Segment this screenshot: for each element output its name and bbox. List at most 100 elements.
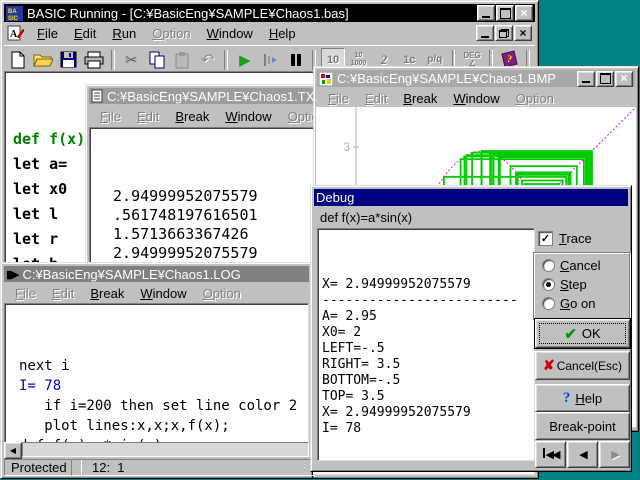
radio-label: Cancel xyxy=(560,258,600,273)
log-line: if i=200 then set line color 2 xyxy=(19,396,308,416)
log-text-area[interactable]: next iI= 78 if i=200 then set line color… xyxy=(4,303,309,445)
back-button[interactable]: ◀ xyxy=(567,441,598,468)
menu-item[interactable]: Run xyxy=(104,24,144,43)
menu-item[interactable]: Window xyxy=(217,107,279,126)
radio-option[interactable]: Cancel xyxy=(534,256,629,275)
menu-item[interactable]: File xyxy=(7,284,44,303)
undo-button[interactable]: ↶ xyxy=(196,48,219,71)
log-window: ▮▶ C:¥BasicEng¥SAMPLE¥Chaos1.LOG FileEdi… xyxy=(0,262,313,479)
help-label: Help xyxy=(575,391,602,406)
close-icon[interactable]: × xyxy=(615,71,633,87)
menu-item[interactable]: File xyxy=(29,24,66,43)
scissors-icon: ✂ xyxy=(125,51,138,69)
cut-button[interactable]: ✂ xyxy=(120,48,143,71)
main-titlebar[interactable]: BA SIC BASIC Running - [C:¥BasicEng¥SAMP… xyxy=(4,4,535,22)
menu-item[interactable]: File xyxy=(92,107,129,126)
mdi-close-icon[interactable]: × xyxy=(514,25,532,41)
menu-item[interactable]: Window xyxy=(132,284,194,303)
menu-item[interactable]: Edit xyxy=(44,284,82,303)
log-horizontal-scrollbar[interactable]: ◀ xyxy=(4,442,309,457)
minimize-icon[interactable] xyxy=(477,5,495,21)
undo-arrow-icon: ↶ xyxy=(201,50,214,70)
print-button[interactable] xyxy=(82,48,105,71)
menu-item[interactable]: Help xyxy=(261,24,304,43)
toolbar-separator xyxy=(224,50,228,70)
radio-icon[interactable] xyxy=(542,297,555,310)
svg-text:3: 3 xyxy=(343,140,350,154)
pause-button[interactable] xyxy=(284,48,307,71)
document-edit-icon[interactable]: A xyxy=(7,25,25,41)
open-button[interactable] xyxy=(31,48,54,71)
menu-item[interactable]: Break xyxy=(167,107,217,126)
printer-icon xyxy=(84,51,104,69)
radio-icon[interactable] xyxy=(542,278,555,291)
question-icon: ? xyxy=(563,390,571,407)
watch-line: A= 2.95 xyxy=(322,309,534,325)
step-mode-group: Cancel Step Go on xyxy=(533,252,630,320)
watch-line: BOTTOM=-.5 xyxy=(322,373,534,389)
back-arrow-icon: ◀ xyxy=(579,448,585,461)
watch-line: X= 2.94999952075579 xyxy=(322,405,534,421)
text-file-icon xyxy=(91,89,103,103)
run-play-icon: ▶ xyxy=(239,51,251,69)
trace-checkbox[interactable]: ✓ Trace xyxy=(538,231,592,246)
watch-line: TOP= 3.5 xyxy=(322,389,534,405)
log-titlebar[interactable]: ▮▶ C:¥BasicEng¥SAMPLE¥Chaos1.LOG xyxy=(4,266,309,282)
menu-item[interactable]: Edit xyxy=(357,89,395,108)
save-button[interactable] xyxy=(57,48,80,71)
radio-option[interactable]: Step xyxy=(534,275,629,294)
menu-item[interactable]: Option xyxy=(144,24,198,43)
bmp-titlebar[interactable]: C:¥BasicEng¥SAMPLE¥Chaos1.BMP × xyxy=(317,70,635,87)
debug-titlebar[interactable]: Debug xyxy=(314,189,628,206)
paste-button[interactable] xyxy=(170,48,193,71)
watch-listbox[interactable]: X= 2.94999952075579 ---------------------… xyxy=(317,228,535,461)
maximize-icon[interactable] xyxy=(496,5,514,21)
run-button[interactable]: ▶ xyxy=(233,48,256,71)
menu-item[interactable]: Edit xyxy=(66,24,104,43)
menu-item[interactable]: Window xyxy=(199,24,261,43)
open-folder-icon xyxy=(33,52,53,68)
debug-title: Debug xyxy=(316,190,626,205)
main-title: BASIC Running - [C:¥BasicEng¥SAMPLE¥Chao… xyxy=(27,6,473,21)
minimize-icon[interactable] xyxy=(577,71,595,87)
forward-button[interactable]: ▶ xyxy=(599,441,630,468)
rational-mode-icon: p/q xyxy=(427,56,442,64)
menu-item[interactable]: Break xyxy=(82,284,132,303)
mdi-restore-icon[interactable] xyxy=(495,25,513,41)
save-floppy-icon xyxy=(60,51,77,68)
scroll-left-icon[interactable]: ◀ xyxy=(4,442,22,459)
close-icon[interactable]: × xyxy=(515,5,533,21)
checkbox-check-icon[interactable]: ✓ xyxy=(538,231,553,246)
menu-item[interactable]: Break xyxy=(395,89,445,108)
cancel-button[interactable]: ✘ Cancel(Esc) xyxy=(535,351,630,380)
log-menubar: FileEditBreakWindowOption xyxy=(7,284,306,303)
help-button[interactable]: ? Help xyxy=(535,384,630,412)
step-icon xyxy=(262,53,278,67)
step-button[interactable] xyxy=(259,48,282,71)
scrollbar-track[interactable] xyxy=(22,442,309,457)
menu-item[interactable]: Option xyxy=(508,89,562,108)
radio-option[interactable]: Go on xyxy=(534,294,629,313)
new-button[interactable] xyxy=(6,48,29,71)
ok-button[interactable]: ✔ OK xyxy=(535,319,630,348)
bmp-menubar: FileEditBreakWindowOption xyxy=(320,89,632,108)
mdi-minimize-icon[interactable] xyxy=(476,25,494,41)
copy-button[interactable] xyxy=(145,48,168,71)
log-trace-icon: ▮▶ xyxy=(6,268,19,281)
breakpoint-button[interactable]: Break-point xyxy=(535,412,630,440)
rewind-button[interactable]: ◀◀ xyxy=(535,441,566,468)
menu-item[interactable]: Edit xyxy=(129,107,167,126)
watch-line: ------------------------- xyxy=(322,293,534,309)
menu-item[interactable]: File xyxy=(320,89,357,108)
radio-icon[interactable] xyxy=(542,259,555,272)
watch-line: LEFT=-.5 xyxy=(322,341,534,357)
menu-item[interactable]: Window xyxy=(445,89,507,108)
trace-label: Trace xyxy=(559,231,592,246)
svg-text:SIC: SIC xyxy=(8,16,19,21)
debug-context-line: def f(x)=a*sin(x) xyxy=(320,210,412,225)
log-line: next i xyxy=(19,356,308,376)
menu-item[interactable]: Option xyxy=(195,284,249,303)
forward-arrow-icon: ▶ xyxy=(611,448,617,461)
maximize-icon[interactable] xyxy=(596,71,614,87)
toolbar-separator xyxy=(111,50,115,70)
